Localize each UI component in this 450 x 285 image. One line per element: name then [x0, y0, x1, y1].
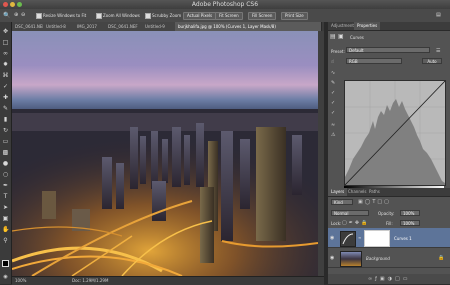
- layer-filter-icons[interactable]: ▣◯T□▢: [358, 199, 391, 205]
- eyedropper-tool-icon[interactable]: ✓: [2, 83, 9, 90]
- fill-screen-button[interactable]: Fill Screen: [248, 12, 277, 20]
- options-bar: 🔍 ⊕ ⊖ Resize Windows to Fit Zoom All Win…: [0, 9, 450, 23]
- target-adjustment-icon[interactable]: ☝: [331, 59, 334, 65]
- layers-panel-tabs: Layers Channels Paths: [328, 188, 450, 197]
- preset-options-icon[interactable]: ☰: [436, 48, 440, 54]
- zoom-level[interactable]: 100%: [15, 278, 26, 283]
- clipping-warning-icon[interactable]: ⚠: [331, 132, 335, 138]
- edit-points-icon[interactable]: ∿: [331, 70, 335, 76]
- workspace-switcher-icon[interactable]: ▤: [436, 12, 441, 19]
- background-layer-thumbnail: [340, 251, 362, 267]
- doc-tab[interactable]: Untitled-8: [43, 22, 78, 31]
- doc-tab-active[interactable]: burjkhalifa.jpg @ 100% (Curves 1, Layer …: [175, 22, 322, 31]
- crop-tool-icon[interactable]: ⌘: [2, 72, 9, 79]
- move-tool-icon[interactable]: ✥: [2, 28, 9, 35]
- channel-select[interactable]: RGB: [346, 58, 402, 64]
- preset-label: Preset:: [331, 49, 345, 54]
- eraser-tool-icon[interactable]: ▭: [2, 138, 9, 145]
- zoom-tool-icon[interactable]: 🔍: [3, 12, 10, 19]
- layer-row-curves[interactable]: ◉ ∞ Curves 1: [328, 228, 450, 248]
- layer-mask-icon[interactable]: ▣: [338, 33, 344, 40]
- app-title: Adobe Photoshop CS6: [191, 1, 259, 8]
- quick-selection-tool-icon[interactable]: ✸: [2, 61, 9, 68]
- checkbox-icon: [96, 13, 102, 19]
- gradient-tool-icon[interactable]: ▩: [2, 149, 9, 156]
- zoom-in-icon[interactable]: ⊕: [14, 12, 18, 19]
- hand-tool-icon[interactable]: ✋: [2, 226, 9, 233]
- curves-graph[interactable]: [344, 80, 446, 186]
- tools-panel: ✥ □ ∞ ✸ ⌘ ✓ ✚ ✎ ▮ ↻ ▭ ▩ ● ○ ✒ T ➤ ▣ ✋ ⚲ …: [0, 22, 12, 284]
- fit-screen-button[interactable]: Fit Screen: [215, 12, 243, 20]
- opacity-label: Opacity:: [378, 211, 395, 216]
- actual-pixels-button[interactable]: Actual Pixels: [183, 12, 217, 20]
- tab-paths[interactable]: Paths: [366, 188, 383, 196]
- auto-button[interactable]: Auto: [422, 58, 442, 64]
- visibility-eye-icon[interactable]: ◉: [330, 235, 334, 241]
- panels-area: Adjustments Properties ▤ ▣ Curves Preset…: [328, 22, 450, 284]
- layer-lock-icon: 🔒: [438, 255, 445, 261]
- doc-tab[interactable]: IMG_2017: [74, 22, 109, 31]
- zoom-tool-icon[interactable]: ⚲: [2, 237, 9, 244]
- curves-histogram: [345, 81, 445, 185]
- blend-mode-select[interactable]: Normal: [331, 210, 369, 216]
- cityscape-photo: [12, 109, 318, 276]
- layer-row-background[interactable]: ◉ Background 🔒: [328, 248, 450, 268]
- foreground-color-swatch[interactable]: [2, 260, 9, 267]
- resize-windows-checkbox[interactable]: Resize Windows to Fit: [36, 12, 86, 19]
- document-size[interactable]: Doc: 1.29M/1.29M: [72, 278, 108, 283]
- healing-brush-tool-icon[interactable]: ✚: [2, 94, 9, 101]
- checkbox-icon: [36, 13, 42, 19]
- checkbox-icon: [145, 13, 151, 19]
- zoom-all-windows-checkbox[interactable]: Zoom All Windows: [96, 12, 140, 19]
- scrubby-zoom-checkbox[interactable]: Scrubby Zoom: [145, 12, 181, 19]
- layer-actions-icons[interactable]: ∞ƒ▣◑□▭: [368, 276, 410, 282]
- kind-filter-select[interactable]: Kind: [331, 199, 353, 205]
- gray-point-eyedropper-icon[interactable]: ✓: [331, 100, 335, 106]
- layers-footer: ∞ƒ▣◑□▭: [328, 274, 450, 284]
- pencil-draw-icon[interactable]: ✎: [331, 80, 335, 86]
- doc-tab[interactable]: DSC_0641.NEF: [105, 22, 146, 31]
- opacity-input[interactable]: 100%: [400, 210, 420, 216]
- history-brush-tool-icon[interactable]: ↻: [2, 127, 9, 134]
- fill-label: Fill:: [386, 221, 393, 226]
- properties-panel-tabs: Adjustments Properties: [328, 22, 450, 31]
- print-size-button[interactable]: Print Size: [281, 12, 308, 20]
- document-canvas[interactable]: [12, 31, 318, 276]
- lock-label: Lock:: [331, 221, 342, 226]
- layer-name[interactable]: Background: [366, 256, 390, 261]
- properties-type-label: Curves: [350, 35, 364, 40]
- layer-name[interactable]: Curves 1: [394, 236, 412, 241]
- smooth-curve-icon[interactable]: ≈: [331, 122, 335, 128]
- doc-tab[interactable]: DSC_0641.NEF: [12, 22, 47, 31]
- curves-layer-thumbnail: [340, 231, 356, 247]
- type-tool-icon[interactable]: T: [2, 193, 9, 200]
- fill-input[interactable]: 100%: [400, 220, 420, 226]
- curves-thumbnail-icon: [342, 233, 354, 245]
- path-selection-tool-icon[interactable]: ➤: [2, 204, 9, 211]
- brush-tool-icon[interactable]: ✎: [2, 105, 9, 112]
- mask-link-icon[interactable]: ∞: [358, 235, 361, 240]
- black-point-eyedropper-icon[interactable]: ✓: [331, 90, 335, 96]
- pen-tool-icon[interactable]: ✒: [2, 182, 9, 189]
- lasso-tool-icon[interactable]: ∞: [2, 50, 9, 57]
- marquee-tool-icon[interactable]: □: [2, 39, 9, 46]
- clone-stamp-tool-icon[interactable]: ▮: [2, 116, 9, 123]
- quick-mask-icon[interactable]: ◉: [2, 274, 9, 281]
- visibility-eye-icon[interactable]: ◉: [330, 255, 334, 261]
- zoom-out-icon[interactable]: ⊖: [21, 12, 25, 19]
- dodge-tool-icon[interactable]: ○: [2, 171, 9, 178]
- white-point-eyedropper-icon[interactable]: ✓: [331, 110, 335, 116]
- doc-tab[interactable]: Untitled-9: [142, 22, 179, 31]
- preset-select[interactable]: Default: [346, 47, 430, 53]
- layer-mask-thumbnail[interactable]: [364, 230, 390, 247]
- blur-tool-icon[interactable]: ●: [2, 160, 9, 167]
- tab-properties[interactable]: Properties: [354, 22, 381, 30]
- lock-icons[interactable]: ▢✒✥🔒: [342, 220, 369, 226]
- curves-adjustment-icon: ▤: [330, 33, 336, 40]
- shape-tool-icon[interactable]: ▣: [2, 215, 9, 222]
